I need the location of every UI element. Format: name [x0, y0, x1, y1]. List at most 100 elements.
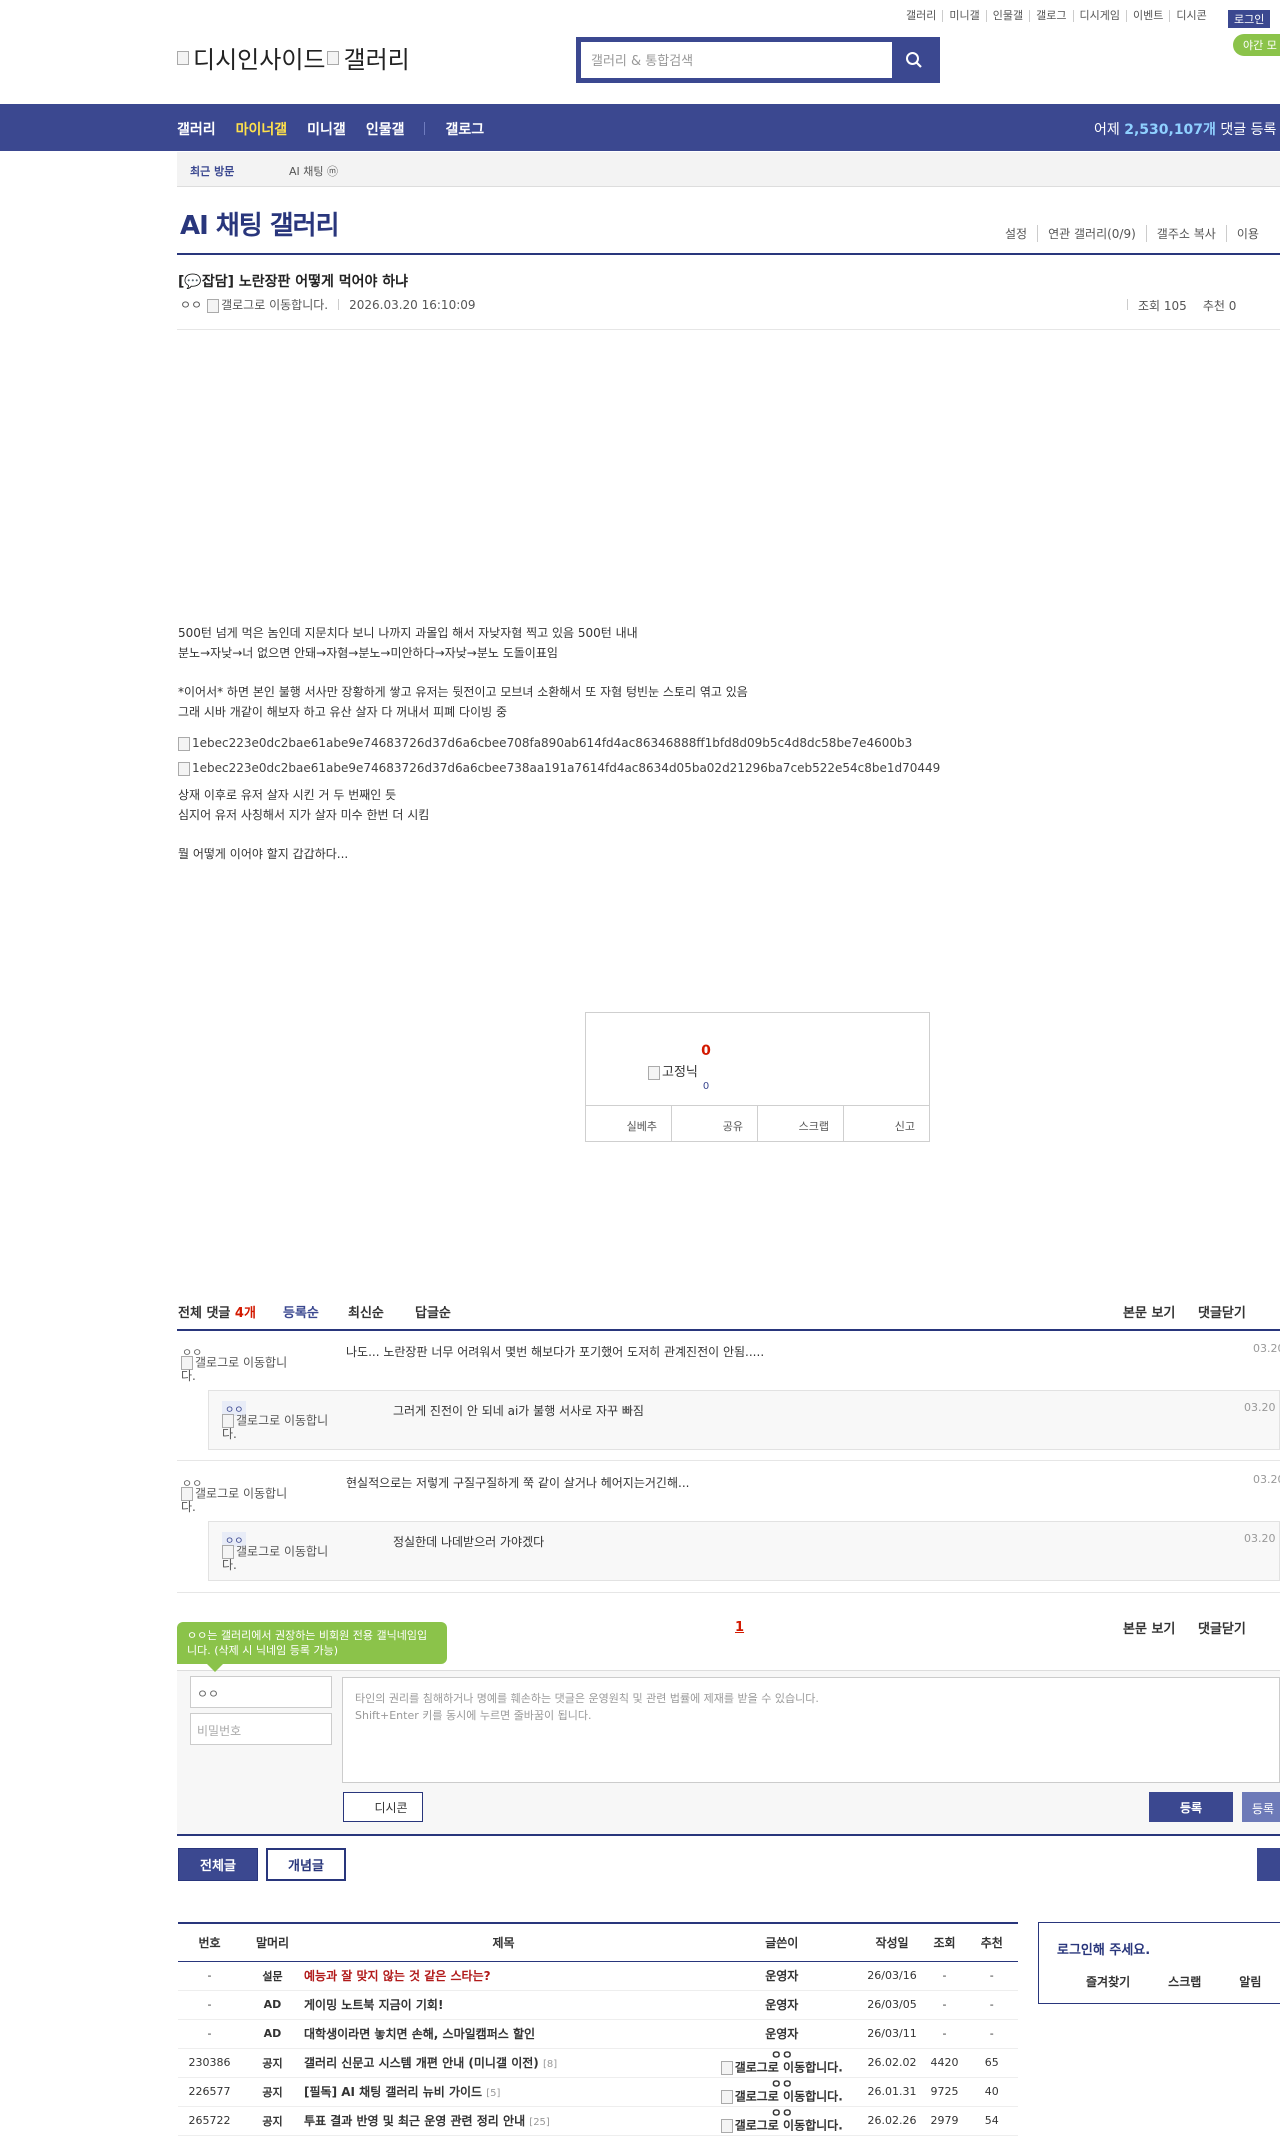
- comment-gallog-image[interactable]: 갤로그로 이동합니다.: [181, 1487, 291, 1514]
- table-row[interactable]: 230386 공지 갤러리 신문고 시스템 개편 안내 (미니갤 이전) [8]…: [178, 2048, 1018, 2078]
- write-post-button[interactable]: [1257, 1848, 1280, 1881]
- login-sidebox: 로그인해 주세요. 즐겨찾기 스크랩 알림: [1038, 1922, 1280, 2004]
- comment-sort-replies[interactable]: 답글순: [415, 1302, 451, 1321]
- row-subject-text: 갤러리 신문고 시스템 개편 안내 (미니갤 이전): [304, 2056, 539, 2070]
- col-header-number: 번호: [178, 1922, 241, 1962]
- copy-address-link[interactable]: 갤주소 복사: [1145, 225, 1226, 242]
- site-logo[interactable]: 디시인사이드 갤러리: [177, 40, 410, 75]
- author-gallog-image[interactable]: 갤로그로 이동합니다.: [207, 296, 328, 313]
- row-writer[interactable]: 운영자: [703, 1961, 861, 1991]
- row-writer[interactable]: ㅇㅇ 갤로그로 이동합니다.: [703, 2106, 861, 2136]
- gallery-tools: 설정 연관 갤러리(0/9) 갤주소 복사 이용: [1005, 225, 1269, 242]
- search-box: 갤러리 & 통합검색: [576, 37, 940, 83]
- row-writer[interactable]: ㅇㅇ 갤로그로 이동합니다.: [703, 2077, 861, 2107]
- post-author[interactable]: ㅇㅇ: [180, 296, 202, 313]
- password-field[interactable]: 비밀번호: [190, 1713, 332, 1745]
- col-header-writer: 글쓴이: [703, 1922, 861, 1962]
- fixed-nick-image[interactable]: 고정닉: [648, 1061, 698, 1080]
- comment-submit-button[interactable]: 등록: [1149, 1792, 1233, 1822]
- login-prompt[interactable]: 로그인해 주세요.: [1057, 1939, 1150, 1958]
- top-menu-dccon[interactable]: 디시콘: [1169, 10, 1212, 22]
- notification-link[interactable]: 알림: [1239, 1973, 1261, 1990]
- row-writer[interactable]: ㅇㅇ 갤로그로 이동합니다.: [703, 2048, 861, 2078]
- comment-submit-reply-button[interactable]: 등록: [1242, 1792, 1280, 1822]
- table-row[interactable]: 265722 공지 투표 결과 반영 및 최근 운영 관련 정리 안내 [25]…: [178, 2106, 1018, 2136]
- nav-gallog[interactable]: 갤로그: [445, 119, 484, 139]
- recent-visit-label[interactable]: 최근 방문: [190, 163, 234, 179]
- row-head: 공지: [241, 2048, 304, 2078]
- row-date: 26/03/05: [860, 1990, 924, 2020]
- row-writer[interactable]: 운영자: [703, 1990, 861, 2020]
- comment-page-1[interactable]: 1: [735, 1620, 744, 1635]
- row-number: -: [178, 2019, 241, 2049]
- view-body-link-bottom[interactable]: 본문 보기: [1123, 1618, 1175, 1637]
- reply-gallog-image[interactable]: 갤로그로 이동합니다.: [222, 1414, 332, 1441]
- row-reply-count: [8]: [542, 2059, 558, 2070]
- comment-textarea[interactable]: 타인의 권리를 침해하거나 명예를 훼손하는 댓글은 운영원칙 및 관련 법률에…: [342, 1677, 1280, 1783]
- table-row[interactable]: 226577 공지 [필독] AI 채팅 갤러리 뉴비 가이드 [5] ㅇㅇ 갤로…: [178, 2077, 1018, 2107]
- all-posts-button[interactable]: 전체글: [178, 1848, 258, 1881]
- nav-minigall[interactable]: 미니갤: [307, 119, 346, 139]
- nav-minorgall[interactable]: 마이너갤: [236, 119, 288, 139]
- night-mode-toggle[interactable]: 야간 모: [1233, 34, 1280, 56]
- row-head: AD: [241, 2019, 304, 2049]
- row-subject[interactable]: 예능과 잘 맞지 않는 것 같은 스타는?: [304, 1961, 703, 1991]
- search-input[interactable]: 갤러리 & 통합검색: [581, 42, 892, 78]
- top-menu-dcgame[interactable]: 디시게임: [1072, 10, 1126, 22]
- top-menu-persongall[interactable]: 인물갤: [985, 10, 1029, 22]
- search-button[interactable]: [892, 42, 935, 78]
- reply-gallog-image[interactable]: 갤로그로 이동합니다.: [222, 1545, 332, 1572]
- row-subject[interactable]: 갤러리 신문고 시스템 개편 안내 (미니갤 이전) [8]: [304, 2048, 703, 2078]
- table-row[interactable]: - 설문 예능과 잘 맞지 않는 것 같은 스타는? 운영자 26/03/16 …: [178, 1961, 1018, 1991]
- share-button[interactable]: 공유: [671, 1106, 757, 1141]
- favorites-link[interactable]: 즐겨찾기: [1086, 1973, 1130, 1990]
- row-head: 공지: [241, 2106, 304, 2136]
- table-row[interactable]: - AD 게이밍 노트북 지금이 기회! 운영자 26/03/05 - -: [178, 1990, 1018, 2020]
- close-comments-link[interactable]: 댓글닫기: [1198, 1302, 1246, 1321]
- silbechu-button[interactable]: 실베추: [586, 1106, 671, 1141]
- top-menu-event[interactable]: 이벤트: [1125, 10, 1169, 22]
- top-menu-gallery[interactable]: 갤러리: [900, 10, 942, 22]
- dccon-button[interactable]: 디시콘: [343, 1792, 423, 1822]
- nav-divider: [424, 122, 426, 135]
- recent-gallery-link[interactable]: AI 채팅 ⓜ: [289, 163, 338, 179]
- broken-image-icon: [207, 298, 220, 313]
- gallery-settings-link[interactable]: 설정: [1005, 225, 1037, 242]
- usage-link[interactable]: 이용: [1225, 225, 1269, 242]
- row-subject[interactable]: 게이밍 노트북 지금이 기회!: [304, 1990, 703, 2020]
- related-gallery-link[interactable]: 연관 갤러리(0/9): [1037, 225, 1146, 242]
- row-reply-count: [25]: [529, 2117, 550, 2128]
- reply-date: 03.20 1: [1244, 1532, 1280, 1545]
- row-number: 226577: [178, 2077, 241, 2107]
- row-subject[interactable]: 대학생이라면 놓치면 손해, 스마일캠퍼스 할인: [304, 2019, 703, 2049]
- scrap-button[interactable]: 스크랩: [757, 1106, 843, 1141]
- post-body-line: 심지어 유저 사칭해서 지가 살자 미수 한번 더 시킴: [178, 808, 430, 822]
- top-menu-minigall[interactable]: 미니갤: [942, 10, 985, 22]
- comment-sort-latest[interactable]: 최신순: [348, 1302, 384, 1321]
- table-row[interactable]: - AD 대학생이라면 놓치면 손해, 스마일캠퍼스 할인 운영자 26/03/…: [178, 2019, 1018, 2049]
- recent-visit-bar: 최근 방문 AI 채팅 ⓜ: [177, 152, 1280, 187]
- search-icon: [905, 52, 922, 68]
- post-image: 1ebec223e0dc2bae61abe9e74683726d37d6a6cb…: [178, 761, 940, 776]
- row-subject[interactable]: 투표 결과 반영 및 최근 운영 관련 정리 안내 [25]: [304, 2106, 703, 2136]
- nav-persongall[interactable]: 인물갤: [366, 119, 405, 139]
- comment-gallog-image[interactable]: 갤로그로 이동합니다.: [181, 1356, 291, 1383]
- write-divider: [177, 1834, 1280, 1836]
- col-header-views: 조회: [923, 1922, 966, 1962]
- row-writer[interactable]: 운영자: [703, 2019, 861, 2049]
- concept-posts-button[interactable]: 개념글: [266, 1848, 346, 1881]
- nickname-field[interactable]: ㅇㅇ: [190, 1676, 332, 1708]
- meta-divider: [338, 299, 340, 310]
- nav-gallery[interactable]: 갤러리: [177, 119, 216, 139]
- scrap-link[interactable]: 스크랩: [1168, 1973, 1201, 1990]
- post-stats: 조회 105 추천 0: [1127, 297, 1236, 314]
- gallery-title[interactable]: AI 채팅 갤러리: [180, 205, 339, 242]
- row-subject[interactable]: [필독] AI 채팅 갤러리 뉴비 가이드 [5]: [304, 2077, 703, 2107]
- comment-sort-registered[interactable]: 등록순: [283, 1302, 319, 1321]
- close-comments-link-bottom[interactable]: 댓글닫기: [1198, 1618, 1246, 1637]
- login-button[interactable]: 로그인: [1228, 10, 1271, 28]
- view-body-link[interactable]: 본문 보기: [1123, 1302, 1175, 1321]
- report-button[interactable]: 신고: [843, 1106, 929, 1141]
- comment-text: 나도... 노란장판 너무 어려워서 몇번 해보다가 포기했어 도저히 관계진전…: [346, 1345, 765, 1359]
- top-menu-gallog[interactable]: 갤로그: [1029, 10, 1072, 22]
